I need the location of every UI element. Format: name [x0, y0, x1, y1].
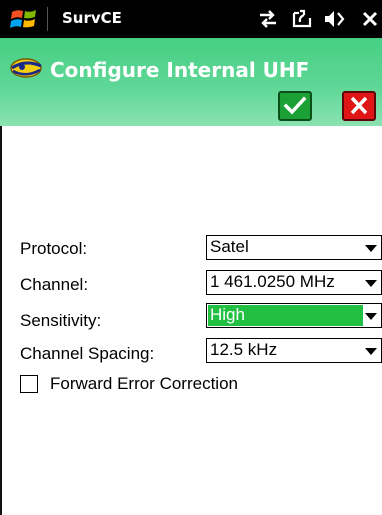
channel-spacing-value: 12.5 kHz: [210, 340, 278, 359]
protocol-value: Satel: [210, 237, 249, 256]
protocol-dropdown[interactable]: Satel: [206, 235, 382, 260]
frame-border: [0, 126, 2, 515]
taskbar-separator: [47, 7, 48, 31]
channel-dropdown[interactable]: 1 461.0250 MHz: [206, 270, 382, 295]
chevron-down-icon: [365, 280, 377, 287]
taskbar-app-name: SurvCE: [62, 9, 122, 27]
close-icon[interactable]: [360, 9, 380, 29]
chevron-down-icon: [365, 245, 377, 252]
fec-checkbox[interactable]: [20, 375, 38, 393]
channel-spacing-label: Channel Spacing:: [20, 344, 155, 363]
page-title: Configure Internal UHF: [50, 58, 310, 82]
ok-button[interactable]: [278, 91, 312, 121]
fec-label[interactable]: Forward Error Correction: [50, 374, 238, 394]
connectivity-icon[interactable]: [257, 9, 279, 29]
taskbar: SurvCE: [0, 0, 382, 38]
chevron-down-icon: [365, 348, 377, 355]
sync-icon[interactable]: [291, 9, 313, 29]
cancel-button[interactable]: [342, 91, 376, 121]
checkmark-icon: [283, 96, 307, 115]
channel-value: 1 461.0250 MHz: [210, 272, 335, 291]
speaker-icon[interactable]: [323, 9, 347, 29]
title-bar: Configure Internal UHF: [0, 38, 382, 126]
sensitivity-dropdown[interactable]: High: [206, 303, 382, 328]
sensitivity-label: Sensitivity:: [20, 311, 102, 330]
channel-label: Channel:: [20, 275, 89, 294]
windows-start-icon[interactable]: [10, 6, 38, 32]
survce-logo-icon: [10, 58, 42, 78]
chevron-down-icon: [365, 313, 377, 320]
channel-spacing-dropdown[interactable]: 12.5 kHz: [206, 338, 382, 363]
x-icon: [350, 96, 368, 115]
protocol-label: Protocol:: [20, 239, 88, 258]
sensitivity-value: High: [210, 305, 245, 324]
